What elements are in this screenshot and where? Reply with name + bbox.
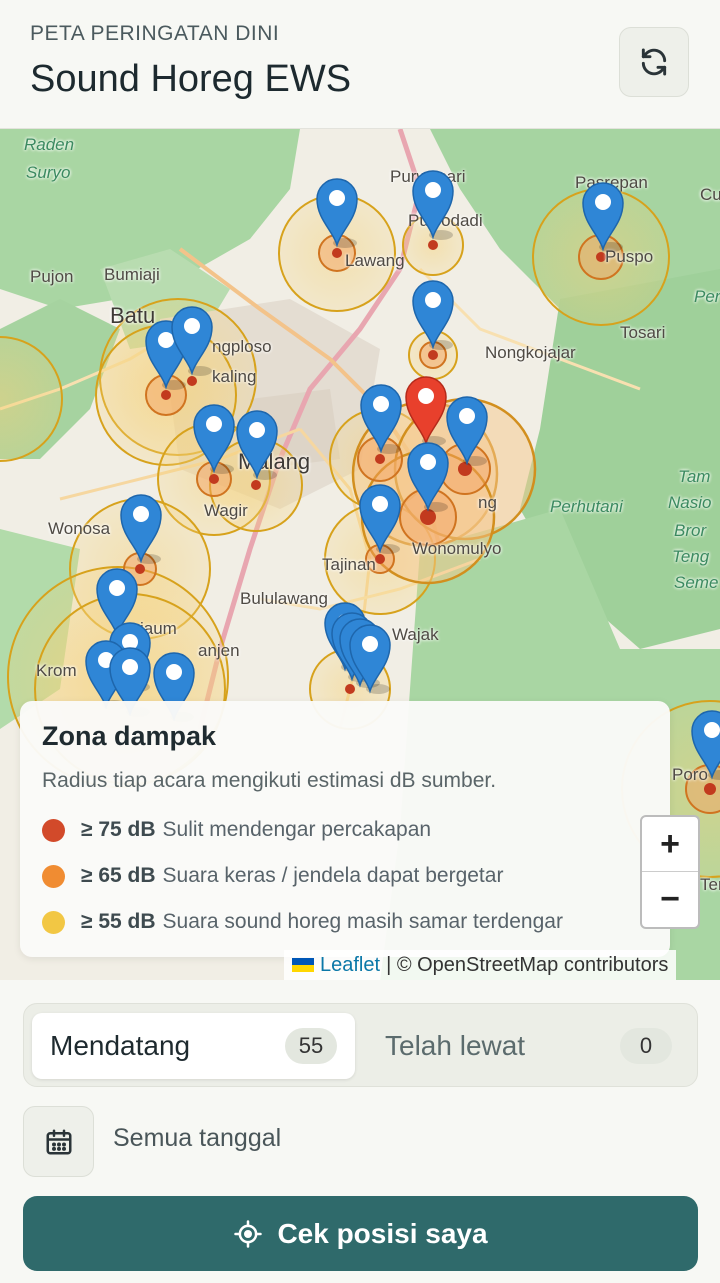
legend-db: ≥ 75 dB: [81, 818, 156, 841]
osm-attribution: | © OpenStreetMap contributors: [386, 953, 669, 976]
legend-title: Zona dampak: [42, 721, 217, 751]
event-marker[interactable]: [193, 404, 235, 474]
event-marker[interactable]: [407, 442, 449, 512]
map-attribution: Leaflet | © OpenStreetMap contributors: [284, 950, 677, 980]
tab-upcoming[interactable]: Mendatang 55: [32, 1013, 355, 1079]
date-filter-label[interactable]: Semua tanggal: [113, 1124, 281, 1153]
ukraine-flag-icon: [292, 958, 314, 972]
refresh-icon: [641, 48, 667, 76]
legend-text: Suara keras / jendela dapat bergetar: [162, 864, 504, 887]
event-marker[interactable]: [691, 710, 720, 780]
legend-text: Suara sound horeg masih samar terdengar: [162, 910, 563, 933]
event-marker[interactable]: [349, 624, 391, 694]
tab-label: Mendatang: [50, 1030, 191, 1061]
tab-count-badge: 55: [285, 1028, 337, 1064]
cta-label: Cek posisi saya: [277, 1217, 488, 1249]
legend-dot: [42, 818, 65, 842]
refresh-button[interactable]: [619, 27, 689, 97]
event-marker[interactable]: [412, 280, 454, 350]
event-marker[interactable]: [582, 182, 624, 252]
map-view[interactable]: Raden Suryo Purwosari Puwodadi Pasrepan …: [0, 128, 720, 980]
legend-dot: [42, 910, 65, 934]
impact-legend: Zona dampak Radius tiap acara mengikuti …: [20, 701, 670, 957]
legend-db: ≥ 55 dB: [81, 910, 156, 933]
date-filter-button[interactable]: [23, 1106, 94, 1177]
legend-row-65db: ≥ 65 dB Suara keras / jendela dapat berg…: [42, 861, 503, 891]
event-marker[interactable]: [359, 484, 401, 554]
zoom-out-button[interactable]: −: [642, 872, 698, 927]
calendar-icon: [46, 1129, 71, 1154]
tab-past[interactable]: Telah lewat 0: [367, 1013, 690, 1079]
page-title: Sound Horeg EWS: [30, 58, 352, 100]
event-tabs: Mendatang 55 Telah lewat 0: [23, 1003, 698, 1087]
legend-text: Sulit mendengar percakapan: [162, 818, 432, 841]
event-marker[interactable]: [120, 494, 162, 564]
selected-event-marker[interactable]: [405, 376, 447, 446]
legend-description: Radius tiap acara mengikuti estimasi dB …: [42, 769, 497, 792]
legend-row-75db: ≥ 75 dB Sulit mendengar percakapan: [42, 815, 431, 845]
event-marker[interactable]: [316, 178, 358, 248]
legend-dot: [42, 864, 65, 888]
check-location-button[interactable]: Cek posisi saya: [23, 1196, 698, 1271]
locate-icon: [234, 1219, 263, 1248]
legend-db: ≥ 65 dB: [81, 864, 156, 887]
event-marker[interactable]: [360, 384, 402, 454]
legend-row-55db: ≥ 55 dB Suara sound horeg masih samar te…: [42, 907, 563, 937]
zoom-control: + −: [640, 815, 700, 929]
app-header: PETA PERINGATAN DINI Sound Horeg EWS: [0, 0, 720, 128]
leaflet-link[interactable]: Leaflet: [320, 954, 380, 977]
event-marker[interactable]: [236, 410, 278, 480]
event-marker[interactable]: [412, 170, 454, 240]
header-eyebrow: PETA PERINGATAN DINI: [30, 22, 280, 45]
tab-label: Telah lewat: [385, 1030, 526, 1061]
tab-count-badge: 0: [620, 1028, 672, 1064]
zoom-in-button[interactable]: +: [642, 817, 698, 872]
event-marker[interactable]: [446, 396, 488, 466]
